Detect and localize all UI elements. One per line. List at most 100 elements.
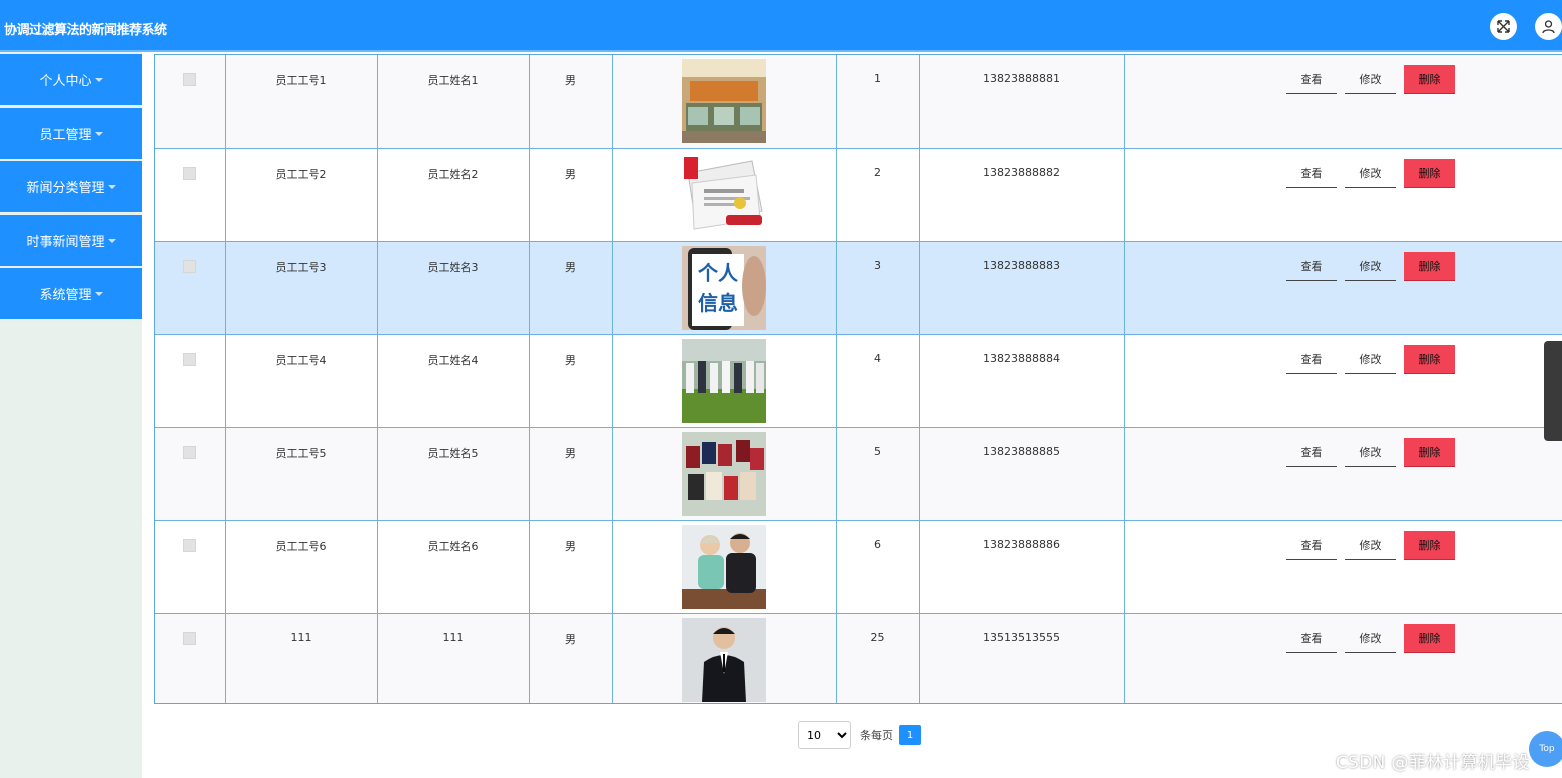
gender-cell: 男 [528, 519, 613, 614]
gender-cell: 男 [528, 333, 613, 428]
phone-cell: 13823888886 [918, 519, 1125, 614]
employee-name-cell: 员工姓名3 [376, 240, 530, 335]
caret-down-icon [94, 78, 103, 82]
delete-button[interactable]: 删除 [1404, 437, 1455, 467]
employee-id-cell: 111 [224, 612, 378, 703]
phone-cell: 13823888881 [918, 55, 1125, 149]
app-title: 协调过滤算法的新闻推荐系统 [4, 23, 167, 38]
gender-cell: 男 [528, 147, 613, 242]
sidebar-item-employee-management[interactable]: 员工管理 [0, 108, 142, 159]
employee-id-cell: 员工工号6 [224, 519, 378, 614]
age-cell: 2 [835, 147, 920, 242]
row-checkbox[interactable] [183, 259, 197, 273]
row-checkbox[interactable] [183, 631, 197, 645]
caret-down-icon [94, 292, 103, 296]
table-row[interactable]: 员工工号1 员工姓名1 男 1 13823888881 查看 修改 删除 [155, 55, 1562, 149]
certificates-photo [682, 431, 766, 516]
employee-id-cell: 员工工号1 [224, 55, 378, 149]
edit-button[interactable]: 修改 [1345, 159, 1396, 188]
table-row[interactable]: 员工工号3 员工姓名3 男 个人信息 3 13823888883 查看 修改 删… [155, 240, 1562, 335]
view-button[interactable]: 查看 [1286, 531, 1337, 560]
view-button[interactable]: 查看 [1286, 65, 1337, 94]
phone-cell: 13823888883 [918, 240, 1125, 335]
employee-table: 员工工号1 员工姓名1 男 1 13823888881 查看 修改 删除 员工工… [154, 54, 1562, 704]
view-button[interactable]: 查看 [1286, 345, 1337, 374]
fullscreen-button[interactable] [1490, 13, 1517, 40]
field-group-photo [682, 338, 766, 423]
delete-button[interactable]: 删除 [1404, 344, 1455, 374]
employee-name-cell: 员工姓名2 [376, 147, 530, 242]
table-row[interactable]: 111 111 男 25 13513513555 查看 修改 删除 [155, 612, 1562, 703]
row-checkbox[interactable] [183, 73, 197, 86]
gender-cell: 男 [528, 240, 613, 335]
back-to-top-button[interactable]: Top [1529, 731, 1562, 767]
fullscreen-icon [1497, 20, 1510, 33]
age-cell: 1 [835, 55, 920, 149]
gender-cell: 男 [528, 612, 613, 703]
two-people-photo [682, 524, 766, 609]
page-size-select[interactable]: 10 [798, 721, 851, 749]
sidebar: 个人中心 员工管理 新闻分类管理 时事新闻管理 系统管理 [0, 52, 142, 778]
sidebar-item-label: 新闻分类管理 [26, 181, 105, 196]
page-number-button[interactable]: 1 [899, 725, 921, 745]
caret-down-icon [107, 239, 116, 243]
sidebar-item-label: 个人中心 [39, 74, 92, 89]
sidebar-item-current-news-management[interactable]: 时事新闻管理 [0, 215, 142, 266]
delete-button[interactable]: 删除 [1404, 530, 1455, 560]
sidebar-item-personal-center[interactable]: 个人中心 [0, 54, 142, 105]
employee-name-cell: 员工姓名6 [376, 519, 530, 614]
age-cell: 6 [835, 519, 920, 614]
row-checkbox[interactable] [183, 445, 197, 459]
employee-name-cell: 员工姓名5 [376, 426, 530, 521]
personal-info-photo: 个人信息 [682, 245, 766, 330]
app-header: 协调过滤算法的新闻推荐系统 [0, 0, 1562, 52]
age-cell: 3 [835, 240, 920, 335]
employee-name-cell: 员工姓名4 [376, 333, 530, 428]
employee-id-cell: 员工工号3 [224, 240, 378, 335]
edit-button[interactable]: 修改 [1345, 438, 1396, 467]
sidebar-item-label: 时事新闻管理 [26, 235, 105, 250]
man-in-suit-photo [682, 617, 766, 702]
view-button[interactable]: 查看 [1286, 159, 1337, 188]
edit-button[interactable]: 修改 [1345, 252, 1396, 281]
table-row[interactable]: 员工工号2 员工姓名2 男 2 13823888882 查看 修改 删除 [155, 147, 1562, 242]
phone-cell: 13823888884 [918, 333, 1125, 428]
sidebar-item-system-management[interactable]: 系统管理 [0, 268, 142, 319]
sidebar-item-label: 系统管理 [39, 288, 92, 303]
table-row[interactable]: 员工工号4 员工姓名4 男 4 13823888884 查看 修改 删除 [155, 333, 1562, 428]
delete-button[interactable]: 删除 [1404, 65, 1455, 94]
sidebar-item-news-category-management[interactable]: 新闻分类管理 [0, 161, 142, 212]
watermark: CSDN @菲林计算机毕设 [1336, 753, 1530, 773]
phone-cell: 13823888885 [918, 426, 1125, 521]
table-row[interactable]: 员工工号5 员工姓名5 男 5 13823888885 查看 修改 删除 [155, 426, 1562, 521]
age-cell: 25 [835, 612, 920, 703]
gender-cell: 男 [528, 55, 613, 149]
shop-counter-photo [682, 59, 766, 143]
edit-button[interactable]: 修改 [1345, 624, 1396, 653]
view-button[interactable]: 查看 [1286, 252, 1337, 281]
delete-button[interactable]: 删除 [1404, 623, 1455, 653]
age-cell: 4 [835, 333, 920, 428]
newspaper-photo [682, 152, 766, 237]
row-checkbox[interactable] [183, 538, 197, 552]
row-checkbox[interactable] [183, 166, 197, 180]
caret-down-icon [94, 132, 103, 136]
user-icon [1542, 20, 1555, 34]
delete-button[interactable]: 删除 [1404, 158, 1455, 188]
delete-button[interactable]: 删除 [1404, 251, 1455, 281]
scrollbar-handle[interactable] [1544, 341, 1562, 441]
table-row[interactable]: 员工工号6 员工姓名6 男 6 13823888886 查看 修改 删除 [155, 519, 1562, 614]
row-checkbox[interactable] [183, 352, 197, 366]
caret-down-icon [107, 185, 116, 189]
edit-button[interactable]: 修改 [1345, 531, 1396, 560]
age-cell: 5 [835, 426, 920, 521]
view-button[interactable]: 查看 [1286, 624, 1337, 653]
employee-id-cell: 员工工号5 [224, 426, 378, 521]
employee-id-cell: 员工工号4 [224, 333, 378, 428]
employee-id-cell: 员工工号2 [224, 147, 378, 242]
edit-button[interactable]: 修改 [1345, 345, 1396, 374]
pagination: 10 条每页 1 [798, 721, 921, 749]
view-button[interactable]: 查看 [1286, 438, 1337, 467]
user-menu-button[interactable] [1535, 13, 1562, 40]
edit-button[interactable]: 修改 [1345, 65, 1396, 94]
